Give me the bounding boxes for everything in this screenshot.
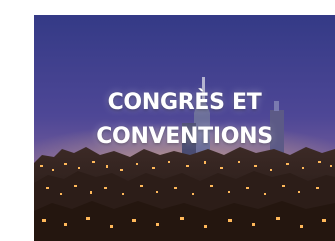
card-title: CONGRÈS ET CONVENTIONS bbox=[34, 86, 335, 154]
card-title-line2: CONVENTIONS bbox=[96, 124, 273, 149]
congres-conventions-card[interactable]: CONGRÈS ET CONVENTIONS bbox=[34, 15, 335, 241]
card-title-line1: CONGRÈS ET bbox=[107, 90, 262, 115]
